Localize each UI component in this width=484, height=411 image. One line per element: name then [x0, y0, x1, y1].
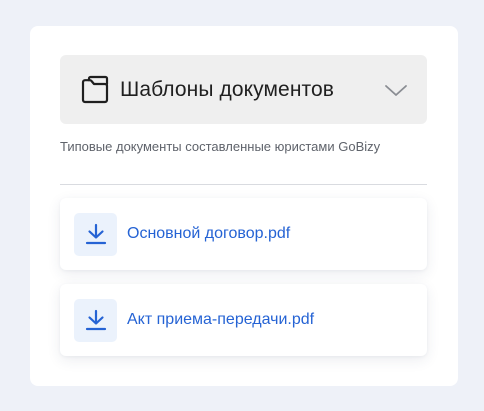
file-link[interactable]: Основной договор.pdf	[127, 225, 290, 243]
download-icon[interactable]	[74, 298, 117, 342]
file-item-main-contract[interactable]: Основной договор.pdf	[60, 198, 427, 270]
section-title: Шаблоны документов	[120, 77, 335, 101]
documents-card: Шаблоны документов Типовые документы сос…	[30, 26, 458, 386]
file-link[interactable]: Акт приема-передачи.pdf	[127, 311, 314, 329]
section-description: Типовые документы составленные юристами …	[60, 139, 381, 154]
download-icon[interactable]	[74, 212, 117, 256]
chevron-down-icon[interactable]	[384, 81, 408, 99]
templates-accordion-header[interactable]: Шаблоны документов	[60, 55, 427, 124]
file-item-acceptance-act[interactable]: Акт приема-передачи.pdf	[60, 284, 427, 356]
divider	[60, 184, 427, 185]
folder-icon	[80, 75, 110, 105]
